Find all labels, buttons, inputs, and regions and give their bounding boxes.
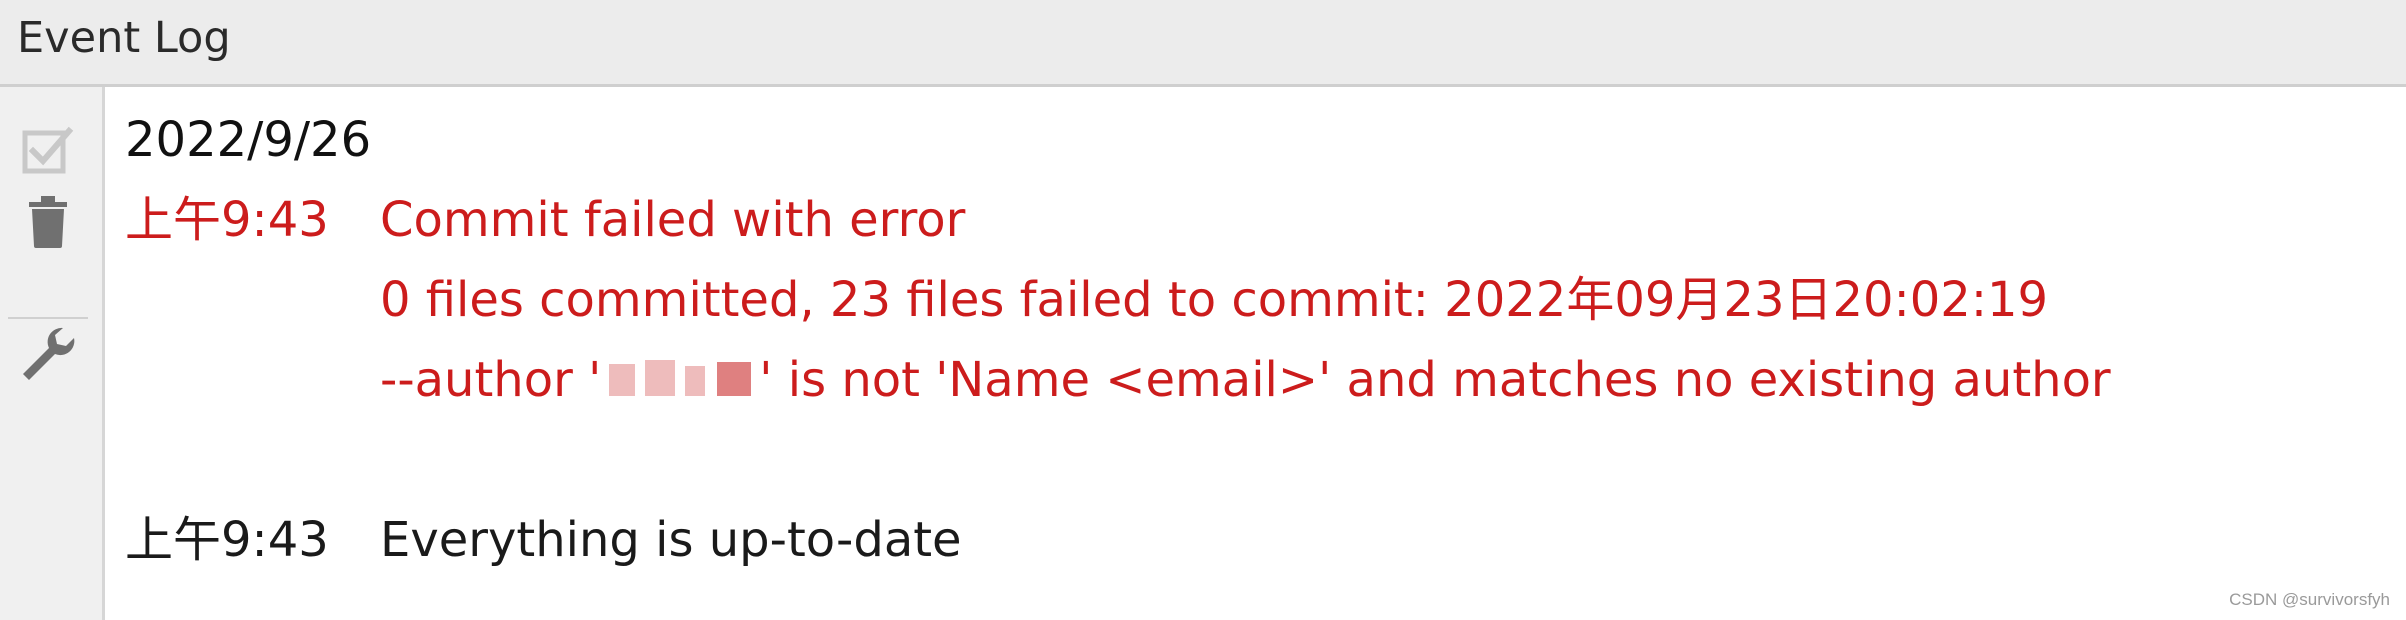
wrench-icon	[23, 327, 75, 380]
log-time: 上午9:43	[125, 192, 329, 248]
mark-all-read-button[interactable]	[18, 120, 78, 180]
log-message-author-error: --author ' ' is not 'Name <email>' and ma…	[380, 350, 2111, 410]
toolbar-separator	[8, 317, 88, 319]
author-error-prefix: --author '	[380, 352, 602, 408]
settings-button[interactable]	[18, 323, 78, 383]
event-log-toolbar	[0, 87, 105, 620]
watermark: CSDN @survivorsfyh	[2229, 590, 2390, 609]
event-log-content: 2022/9/26 上午9:43 Commit failed with erro…	[125, 87, 2406, 620]
log-date: 2022/9/26	[125, 112, 372, 168]
log-message-title: Commit failed with error	[380, 192, 966, 248]
log-message-detail: 0 files committed, 23 files failed to co…	[380, 272, 2049, 328]
checkbox-check-icon	[22, 126, 74, 174]
clear-all-button[interactable]	[18, 192, 78, 252]
redacted-author-name	[601, 358, 759, 402]
log-time: 上午9:43	[125, 512, 329, 568]
tool-window-header: Event Log	[0, 0, 2406, 87]
author-error-suffix: ' is not 'Name <email>' and matches no e…	[759, 352, 2111, 408]
trash-icon	[29, 196, 67, 248]
log-message-title: Everything is up-to-date	[380, 512, 962, 568]
window-title: Event Log	[17, 13, 231, 63]
